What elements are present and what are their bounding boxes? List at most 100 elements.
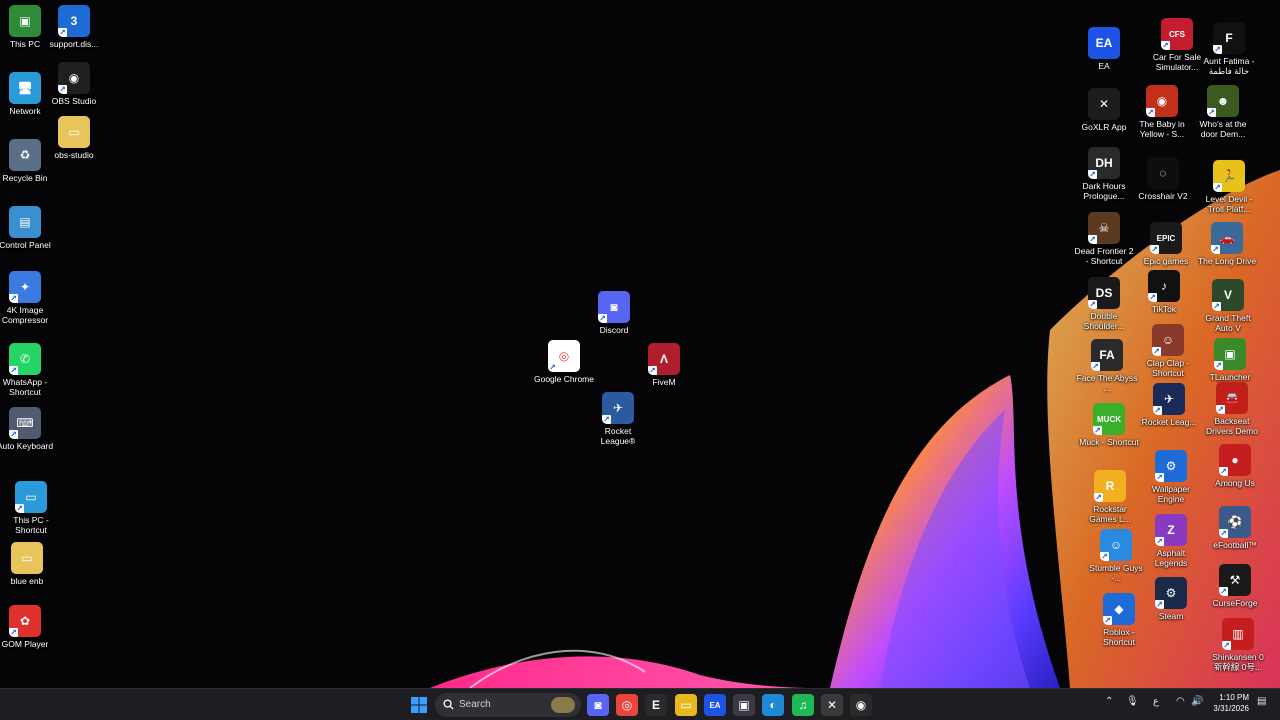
taskbar-obs-button[interactable]: ◉ <box>850 694 872 716</box>
microphone-icon[interactable]: 🎙 <box>1126 696 1139 707</box>
desktop-icon-label: support.dis... <box>49 39 99 49</box>
recycle-bin-icon: ♻ <box>9 139 41 171</box>
desktop-icon-discord[interactable]: ◙ ↗ Discord <box>585 291 643 335</box>
desktop-icon-face-the-abyss[interactable]: FA ↗ Face The Abyss ... <box>1076 339 1138 393</box>
tiktok-icon: ♪ ↗ <box>1148 270 1180 302</box>
taskbar-terminal-button[interactable]: ▣ <box>733 694 755 716</box>
desktop-icon-baby-in-yellow[interactable]: ◉ ↗ The Baby in Yellow - S... <box>1133 85 1191 139</box>
google-chrome-icon: ◎ ↗ <box>548 340 580 372</box>
desktop-icon-label: This PC - Shortcut <box>13 515 49 535</box>
control-panel-icon: ▤ <box>9 206 41 238</box>
desktop-icon-tiktok[interactable]: ♪ ↗ TikTok <box>1135 270 1193 314</box>
baby-in-yellow-icon: ◉ ↗ <box>1146 85 1178 117</box>
ime-indicator[interactable]: ع <box>1153 696 1159 707</box>
this-pc-icon: ▣ <box>9 5 41 37</box>
desktop-icon-epic-games[interactable]: EPIC ↗ Epic games <box>1137 222 1195 266</box>
desktop-icon-muck[interactable]: MUCK ↗ Muck - Shortcut <box>1079 403 1139 447</box>
desktop-icon-blue-enb[interactable]: ▭ blue enb <box>0 542 56 586</box>
desktop-icon-rocket-league-2[interactable]: ✈ ↗ Rocket Leag... <box>1140 383 1198 427</box>
desktop-icon-gta-v[interactable]: V ↗ Grand Theft Auto V <box>1199 279 1257 333</box>
desktop-icon-recycle-bin[interactable]: ♻ Recycle Bin <box>0 139 54 183</box>
desktop-icon-label: Dead Frontier 2 - Shortcut <box>1074 246 1134 266</box>
desktop-icon-dark-hours[interactable]: DH ↗ Dark Hours Prologue... <box>1075 147 1133 201</box>
wifi-icon[interactable]: ◠ <box>1176 696 1185 707</box>
taskbar-file-explorer-button[interactable]: ▭ <box>675 694 697 716</box>
support-dis-icon: 3 ↗ <box>58 5 90 37</box>
taskbar-goxlr-button[interactable]: ✕ <box>821 694 843 716</box>
desktop-icon-whatsapp[interactable]: ✆ ↗ WhatsApp - Shortcut <box>0 343 54 397</box>
desktop-icon-the-long-drive[interactable]: 🚗 ↗ The Long Drive <box>1198 222 1256 266</box>
desktop-icon-rocket-league[interactable]: ✈ ↗ Rocket League® <box>589 392 647 446</box>
desktop-icon-label: Google Chrome <box>533 374 594 384</box>
taskbar-discord-button[interactable]: ◙ <box>587 694 609 716</box>
desktop-icon-4k-image-compressor[interactable]: ✦ ↗ 4K Image Compressor <box>0 271 54 325</box>
asphalt-legends-icon: Z ↗ <box>1155 514 1187 546</box>
speaker-icon[interactable]: 🔊 <box>1191 696 1203 707</box>
desktop-icon-control-panel[interactable]: ▤ Control Panel <box>0 206 54 250</box>
desktop-icon-ea[interactable]: EA EA <box>1075 27 1133 71</box>
desktop-icon-among-us[interactable]: ● ↗ Among Us <box>1206 444 1264 488</box>
taskbar-ea-button[interactable]: EA <box>704 694 726 716</box>
dark-hours-icon: DH ↗ <box>1088 147 1120 179</box>
among-us-icon: ● ↗ <box>1219 444 1251 476</box>
desktop-icon-label: Shinkansen 0 新幹線 0号... <box>1212 652 1264 672</box>
desktop-icon-fivem[interactable]: Λ ↗ FiveM <box>635 343 693 387</box>
desktop-icon-steam[interactable]: ⚙ ↗ Steam <box>1142 577 1200 621</box>
desktop-icon-whos-at-the-door[interactable]: ☻ ↗ Who's at the door Dem... <box>1194 85 1252 139</box>
gom-player-icon: ✿ ↗ <box>9 605 41 637</box>
desktop-icon-label: EA <box>1098 61 1110 71</box>
desktop-icon-label: Level Devil - Troll Platf... <box>1205 194 1253 214</box>
desktop-icon-stumble-guys[interactable]: ☺ ↗ Stumble Guys -... <box>1087 529 1145 583</box>
network-icon: 🖥 <box>9 72 41 104</box>
start-button[interactable] <box>408 694 430 716</box>
desktop-icon-rockstar-games[interactable]: R ↗ Rockstar Games L... <box>1081 470 1139 524</box>
search-input[interactable]: Search <box>435 693 581 717</box>
shortcut-arrow-icon: ↗ <box>548 363 557 372</box>
desktop-icon-efootball[interactable]: ⚽ ↗ eFootball™ <box>1206 506 1264 550</box>
taskbar-edge-button[interactable]: ◐ <box>762 694 784 716</box>
desktop-icon-support-dis[interactable]: 3 ↗ support.dis... <box>45 5 103 49</box>
desktop-icon-level-devil[interactable]: 🏃 ↗ Level Devil - Troll Platf... <box>1200 160 1258 214</box>
desktop-icon-crosshair-v2[interactable]: ◌ Crosshair V2 <box>1134 157 1192 201</box>
shortcut-arrow-icon: ↗ <box>1207 108 1216 117</box>
desktop-icon-label: eFootball™ <box>1213 540 1257 550</box>
aunt-fatima-icon: F ↗ <box>1213 22 1245 54</box>
notification-icon[interactable]: ▤ <box>1257 696 1266 707</box>
taskbar-epic-games-button[interactable]: E <box>645 694 667 716</box>
taskbar-spotify-button[interactable]: ♫ <box>792 694 814 716</box>
desktop-icon-asphalt-legends[interactable]: Z ↗ Asphalt Legends <box>1142 514 1200 568</box>
desktop-icon-double-shoulder[interactable]: DS ↗ Double Shoulder... <box>1075 277 1133 331</box>
shortcut-arrow-icon: ↗ <box>58 28 67 37</box>
clock[interactable]: 1:10 PM 3/31/2026 <box>1205 692 1249 714</box>
shortcut-arrow-icon: ↗ <box>1088 300 1097 309</box>
ea-icon: EA <box>1088 27 1120 59</box>
desktop-icon-gom-player[interactable]: ✿ ↗ GOM Player <box>0 605 54 649</box>
desktop-icon-shinkansen[interactable]: ▥ ↗ Shinkansen 0 新幹線 0号... <box>1209 618 1267 672</box>
desktop-icon-label: Recycle Bin <box>2 173 48 183</box>
desktop-icon-label: Aunt Fatima - خالة فاطمة <box>1203 56 1255 76</box>
desktop-icon-backseat-drivers[interactable]: 🚘 ↗ Backseat Drivers Demo <box>1203 382 1261 436</box>
this-pc-shortcut-icon: ▭ ↗ <box>15 481 47 513</box>
desktop-icon-google-chrome[interactable]: ◎ ↗ Google Chrome <box>533 340 594 384</box>
desktop-icon-obs-studio[interactable]: ◉ ↗ OBS Studio <box>45 62 103 106</box>
desktop-icon-label: Face The Abyss ... <box>1076 373 1138 393</box>
desktop-icon-label: Roblox - Shortcut <box>1103 627 1135 647</box>
the-long-drive-icon: 🚗 ↗ <box>1211 222 1243 254</box>
shortcut-arrow-icon: ↗ <box>598 314 607 323</box>
desktop-icon-tlauncher[interactable]: ▣ ↗ TLauncher <box>1201 338 1259 382</box>
desktop-icon-aunt-fatima[interactable]: F ↗ Aunt Fatima - خالة فاطمة <box>1200 22 1258 76</box>
desktop-icon-this-pc-shortcut[interactable]: ▭ ↗ This PC - Shortcut <box>2 481 60 535</box>
desktop-icon-curseforge[interactable]: ⚒ ↗ CurseForge <box>1206 564 1264 608</box>
desktop-icon-dead-frontier[interactable]: ☠ ↗ Dead Frontier 2 - Shortcut <box>1074 212 1134 266</box>
face-the-abyss-icon: FA ↗ <box>1091 339 1123 371</box>
chevron-up-icon[interactable]: ⌃ <box>1105 696 1113 707</box>
desktop-icon-goxlr[interactable]: ✕ GoXLR App <box>1075 88 1133 132</box>
desktop-icon-label: The Baby in Yellow - S... <box>1139 119 1185 139</box>
desktop-icon-wallpaper-engine[interactable]: ⚙ ↗ Wallpaper Engine <box>1142 450 1200 504</box>
desktop-icon-auto-keyboard[interactable]: ⌨ ↗ Auto Keyboard <box>0 407 54 451</box>
steam-icon: ⚙ ↗ <box>1155 577 1187 609</box>
taskbar-chrome-button[interactable]: ◎ <box>616 694 638 716</box>
desktop-icon-label: Grand Theft Auto V <box>1205 313 1251 333</box>
shortcut-arrow-icon: ↗ <box>1100 552 1109 561</box>
desktop-icon-clap-clap[interactable]: ☺ ↗ Clap Clap - Shortcut <box>1139 324 1197 378</box>
